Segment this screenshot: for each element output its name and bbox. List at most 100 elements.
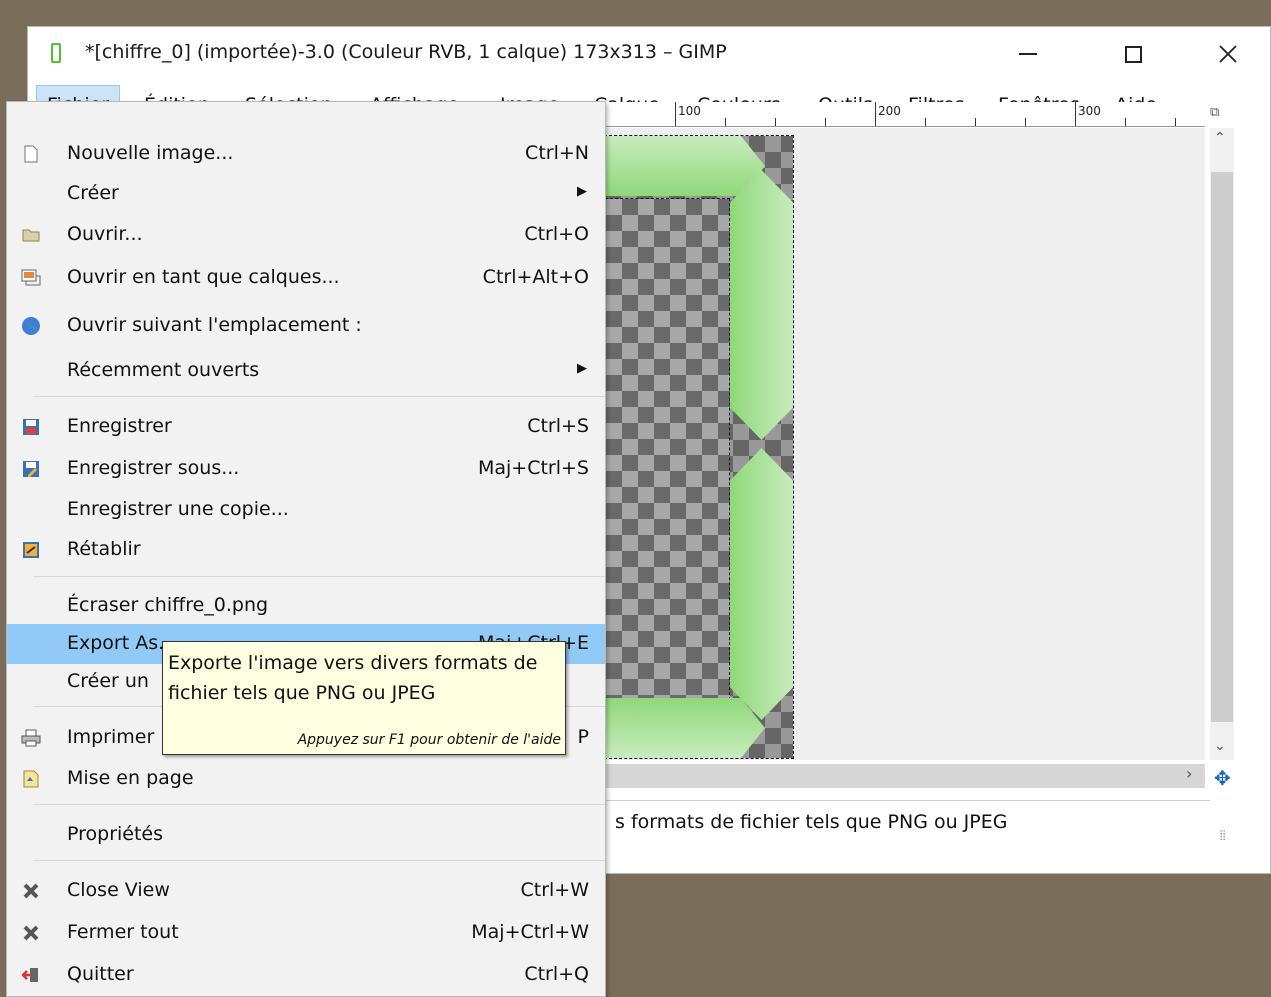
close-view-icon [21, 881, 41, 901]
horizontal-scrollbar[interactable] [605, 764, 1205, 788]
menu-item-label: Quitter [67, 963, 134, 985]
menu-item-label: Créer un [67, 670, 149, 692]
menu-item-enregistrer-copie[interactable]: Enregistrer une copie... [7, 490, 605, 530]
digit-segment-right-lower [730, 448, 793, 720]
menu-item-quitter[interactable]: Quitter Ctrl+Q [7, 955, 605, 995]
menu-item-label: Propriétés [67, 823, 164, 845]
menu-separator [33, 396, 605, 397]
menu-separator [33, 804, 605, 805]
menu-item-shortcut: Ctrl+W [520, 879, 589, 901]
menu-item-shortcut: Maj+Ctrl+S [477, 457, 589, 479]
menu-item-ouvrir-emplacement[interactable]: Ouvrir suivant l'emplacement : [7, 306, 605, 346]
menu-item-label: Export As... [67, 632, 177, 654]
menu-item-ouvrir[interactable]: Ouvrir... Ctrl+O [7, 215, 605, 255]
ruler-label: 300 [1078, 104, 1101, 118]
menu-item-creer[interactable]: Créer ▶ [7, 174, 605, 214]
vertical-scrollbar[interactable]: ⌃ ⌄ [1210, 128, 1234, 760]
maximize-icon [1124, 45, 1142, 63]
tooltip-hint: Appuyez sur F1 pour obtenir de l'aide [297, 732, 561, 748]
close-button[interactable] [1188, 27, 1268, 81]
quit-icon [21, 965, 41, 985]
ruler-tick [725, 118, 726, 126]
menu-item-label: Nouvelle image... [67, 142, 234, 164]
ruler-tick [1175, 118, 1176, 126]
menu-item-label: Ouvrir suivant l'emplacement : [67, 314, 362, 336]
menu-item-shortcut: Maj+Ctrl+W [471, 921, 589, 943]
menu-item-ouvrir-calques[interactable]: Ouvrir en tant que calques... Ctrl+Alt+O [7, 258, 605, 298]
submenu-arrow-icon: ▶ [577, 184, 587, 199]
menu-item-label: Ouvrir en tant que calques... [67, 266, 340, 288]
gimp-app-icon [51, 43, 61, 63]
menu-item-recemment-ouverts[interactable]: Récemment ouverts ▶ [7, 351, 605, 391]
menu-item-shortcut: Ctrl+N [525, 142, 589, 164]
save-as-icon [21, 459, 41, 479]
menu-item-label: Enregistrer [67, 415, 172, 437]
menu-item-label: Mise en page [67, 767, 194, 789]
navigate-move-icon[interactable]: ✥ [1214, 766, 1231, 790]
menu-item-shortcut: Ctrl+Alt+O [482, 266, 589, 288]
menu-separator [33, 860, 605, 861]
ruler-tick [975, 118, 976, 126]
menu-item-new-image[interactable]: Nouvelle image... Ctrl+N [7, 134, 605, 174]
file-menu-dropdown: Nouvelle image... Ctrl+N Créer ▶ Ouvrir.… [6, 101, 606, 997]
close-icon [1219, 45, 1237, 63]
scroll-down-icon[interactable]: ⌄ [1214, 738, 1226, 754]
tooltip-text: Exporte l'image vers divers formats de f… [168, 652, 538, 704]
menu-item-label: Récemment ouverts [67, 359, 260, 381]
menu-item-label: Créer [67, 182, 119, 204]
new-image-icon [21, 144, 41, 164]
menu-item-label: Fermer tout [67, 921, 179, 943]
menu-item-label: Close View [67, 879, 170, 901]
ruler-tick [1125, 118, 1126, 126]
title-bar[interactable]: *[chiffre_0] (importée)-3.0 (Couleur RVB… [28, 27, 1270, 81]
menu-item-label: Ouvrir... [67, 223, 143, 245]
scroll-up-icon[interactable]: ⌃ [1214, 130, 1226, 146]
maximize-button[interactable] [1093, 27, 1173, 81]
digit-segment-bottom [605, 698, 765, 758]
printer-icon [21, 728, 41, 748]
digit-segment-top [605, 136, 765, 196]
resize-grip-icon[interactable]: ⣿ [1219, 830, 1226, 841]
ruler-tick [825, 118, 826, 126]
menu-item-label: Enregistrer sous... [67, 457, 240, 479]
minimize-button[interactable] [988, 27, 1068, 81]
horizontal-ruler[interactable]: 100 200 300 [605, 102, 1205, 127]
ruler-label: 200 [878, 104, 901, 118]
close-all-icon [21, 923, 41, 943]
ruler-tick [925, 118, 926, 126]
menu-item-shortcut: P [577, 726, 589, 748]
zoom-navigate-icon[interactable]: ⧉ [1210, 105, 1230, 125]
ruler-tick [775, 118, 776, 126]
menu-item-ecraser[interactable]: Écraser chiffre_0.png [7, 586, 605, 626]
menu-item-retablir[interactable]: Rétablir [7, 530, 605, 570]
globe-icon [21, 316, 41, 336]
digit-segment-right-upper [730, 170, 793, 440]
menu-separator [33, 576, 605, 577]
page-setup-icon [21, 769, 41, 789]
menu-item-enregistrer[interactable]: Enregistrer Ctrl+S [7, 407, 605, 447]
menu-item-close-view[interactable]: Close View Ctrl+W [7, 871, 605, 911]
scroll-right-icon[interactable]: › [1186, 764, 1192, 783]
open-folder-icon [21, 225, 41, 245]
ruler-tick [1075, 102, 1076, 126]
menu-item-label: Rétablir [67, 538, 141, 560]
ruler-tick [1025, 118, 1026, 126]
status-text: s formats de fichier tels que PNG ou JPE… [615, 811, 1008, 833]
vertical-scroll-thumb[interactable] [1211, 172, 1233, 722]
menu-item-enregistrer-sous[interactable]: Enregistrer sous... Maj+Ctrl+S [7, 449, 605, 489]
save-icon [21, 417, 41, 437]
minimize-icon [1019, 53, 1037, 55]
selection-inner [605, 198, 730, 700]
menu-item-fermer-tout[interactable]: Fermer tout Maj+Ctrl+W [7, 913, 605, 953]
ruler-label: 100 [678, 104, 701, 118]
open-as-layers-icon [21, 268, 41, 288]
menu-item-label: Imprimer [67, 726, 155, 748]
menu-item-proprietes[interactable]: Propriétés [7, 815, 605, 855]
ruler-tick [875, 102, 876, 126]
menu-item-shortcut: Ctrl+O [524, 223, 589, 245]
menu-item-label: Écraser chiffre_0.png [67, 594, 269, 616]
menu-item-mise-en-page[interactable]: Mise en page [7, 759, 605, 799]
ruler-tick [675, 102, 676, 126]
export-tooltip: Exporte l'image vers divers formats de f… [162, 641, 566, 755]
submenu-arrow-icon: ▶ [577, 361, 587, 376]
